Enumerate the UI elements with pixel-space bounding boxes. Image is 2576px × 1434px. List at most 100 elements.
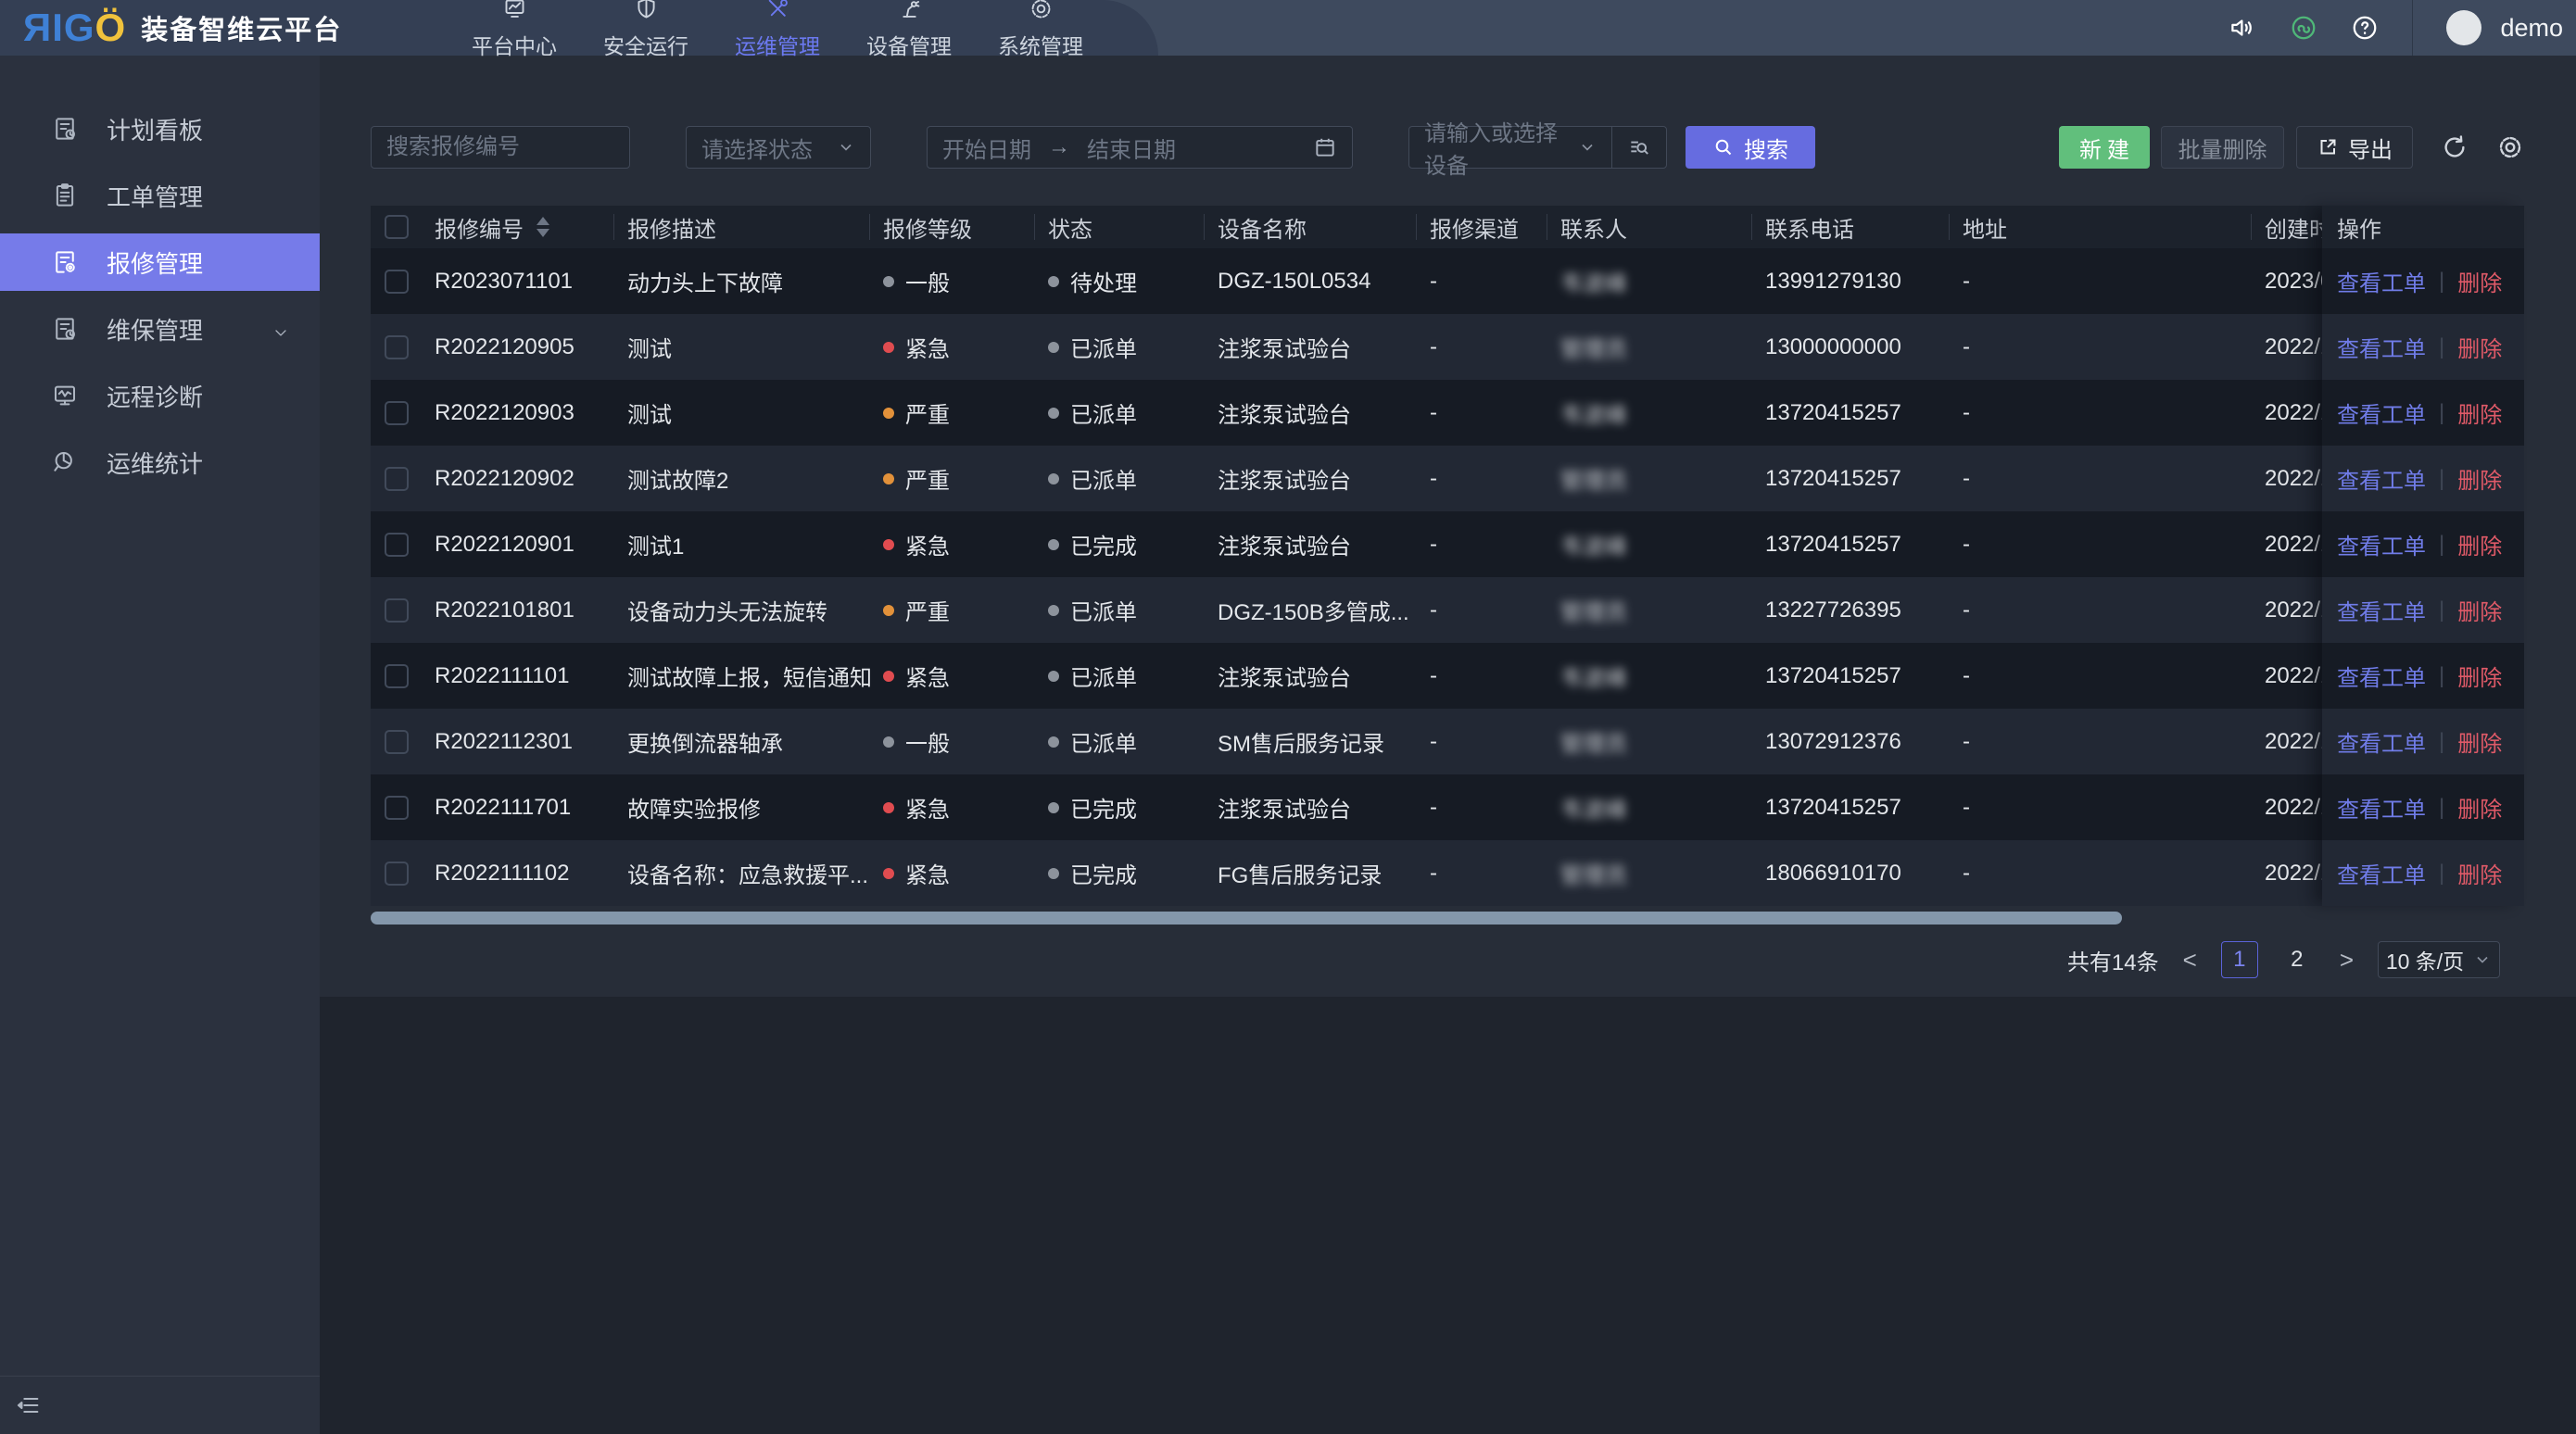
- delete-link[interactable]: 删除: [2457, 594, 2502, 626]
- delete-link[interactable]: 删除: [2457, 331, 2502, 363]
- row-checkbox[interactable]: [385, 598, 409, 623]
- status-dot: [1048, 671, 1059, 682]
- delete-link[interactable]: 删除: [2457, 857, 2502, 889]
- sidebar-item-operation-statistics[interactable]: 运维统计: [0, 434, 320, 491]
- row-checkbox[interactable]: [385, 401, 409, 425]
- view-work-order-link[interactable]: 查看工单: [2337, 791, 2426, 824]
- user-menu[interactable]: demo: [2446, 10, 2563, 45]
- status-dot: [1048, 802, 1059, 813]
- view-work-order-link[interactable]: 查看工单: [2337, 594, 2426, 626]
- repair-id-cell: R2022111102: [422, 840, 614, 906]
- prev-page-button[interactable]: <: [2179, 946, 2201, 975]
- address-cell: -: [1950, 709, 2252, 774]
- device-advanced-search-button[interactable]: [1611, 126, 1667, 169]
- help-icon[interactable]: [2351, 14, 2379, 42]
- scrollbar-thumb[interactable]: [371, 912, 2122, 925]
- remote-diagnosis-icon: [51, 382, 79, 409]
- row-checkbox[interactable]: [385, 467, 409, 491]
- view-work-order-link[interactable]: 查看工单: [2337, 462, 2426, 495]
- level-dot: [883, 539, 894, 550]
- export-icon: [2317, 136, 2339, 158]
- status-select[interactable]: 请选择状态: [686, 126, 871, 169]
- repair-desc-cell: 动力头上下故障: [614, 248, 870, 314]
- delete-link[interactable]: 删除: [2457, 725, 2502, 758]
- operation-cell: 查看工单 | 删除: [2322, 380, 2524, 446]
- sidebar-item-plan-board[interactable]: 计划看板: [0, 100, 320, 157]
- row-checkbox[interactable]: [385, 270, 409, 294]
- device-name-cell: 注浆泵试验台: [1205, 511, 1417, 577]
- view-work-order-link[interactable]: 查看工单: [2337, 660, 2426, 692]
- repair-desc-cell: 测试1: [614, 511, 870, 577]
- avatar[interactable]: [2446, 10, 2481, 45]
- row-checkbox[interactable]: [385, 862, 409, 886]
- export-button[interactable]: 导出: [2296, 126, 2413, 169]
- delete-link[interactable]: 删除: [2457, 660, 2502, 692]
- view-work-order-link[interactable]: 查看工单: [2337, 725, 2426, 758]
- row-checkbox[interactable]: [385, 796, 409, 820]
- repair-report-icon: [51, 248, 79, 276]
- chevron-down-icon: [271, 320, 290, 338]
- row-checkbox[interactable]: [385, 335, 409, 359]
- sort-control[interactable]: [537, 217, 549, 237]
- delete-link[interactable]: 删除: [2457, 396, 2502, 429]
- level-dot: [883, 736, 894, 748]
- toolbar-right: 新建 批量删除 导出: [2059, 126, 2524, 169]
- contact-cell: 管理员: [1547, 840, 1752, 906]
- channel-cell: -: [1417, 577, 1547, 643]
- nav-platform-center[interactable]: 平台中心: [468, 0, 561, 56]
- repair-no-search-input[interactable]: [371, 126, 630, 169]
- view-work-order-link[interactable]: 查看工单: [2337, 857, 2426, 889]
- delete-link[interactable]: 删除: [2457, 791, 2502, 824]
- repair-desc-cell: 故障实验报修: [614, 774, 870, 840]
- device-select[interactable]: 请输入或选择设备: [1408, 126, 1612, 169]
- row-checkbox[interactable]: [385, 664, 409, 688]
- repair-list-panel: 请选择状态 开始日期 → 结束日期 请输入或选择设备 搜索 新建: [320, 56, 2576, 997]
- sidebar-item-remote-diagnosis[interactable]: 远程诊断: [0, 367, 320, 424]
- batch-delete-button[interactable]: 批量删除: [2161, 126, 2284, 169]
- column-settings-icon[interactable]: [2496, 133, 2524, 161]
- select-all-checkbox[interactable]: [385, 215, 409, 239]
- nav-system-management[interactable]: 系统管理: [994, 0, 1087, 56]
- chevron-down-icon: [2473, 950, 2492, 969]
- nav-device-management[interactable]: 设备管理: [863, 0, 955, 56]
- delete-link[interactable]: 删除: [2457, 528, 2502, 560]
- operation-cell: 查看工单 | 删除: [2322, 314, 2524, 380]
- next-page-button[interactable]: >: [2336, 946, 2357, 975]
- page-number-2[interactable]: 2: [2279, 941, 2316, 978]
- phone-cell: 13720415257: [1752, 643, 1950, 709]
- search-button[interactable]: 搜索: [1686, 126, 1815, 169]
- view-work-order-link[interactable]: 查看工单: [2337, 396, 2426, 429]
- delete-link[interactable]: 删除: [2457, 265, 2502, 297]
- nav-maintenance-management[interactable]: 运维管理: [731, 0, 824, 56]
- refresh-icon[interactable]: [2441, 133, 2469, 161]
- sidebar-item-repair-management[interactable]: 报修管理: [0, 233, 320, 291]
- device-name-cell: FG售后服务记录: [1205, 840, 1417, 906]
- page-size-select[interactable]: 10 条/页: [2378, 941, 2500, 978]
- delete-link[interactable]: 删除: [2457, 462, 2502, 495]
- sound-icon[interactable]: [2229, 14, 2256, 42]
- row-checkbox[interactable]: [385, 533, 409, 557]
- health-status-icon[interactable]: [2290, 14, 2317, 42]
- repair-level-cell: 紧急: [870, 840, 1035, 906]
- maintenance-tools-icon: [765, 0, 790, 26]
- view-work-order-link[interactable]: 查看工单: [2337, 331, 2426, 363]
- channel-cell: -: [1417, 314, 1547, 380]
- create-button[interactable]: 新建: [2059, 126, 2150, 169]
- view-work-order-link[interactable]: 查看工单: [2337, 265, 2426, 297]
- repair-desc-cell: 测试故障上报，短信通知: [614, 643, 870, 709]
- sidebar-item-work-orders[interactable]: 工单管理: [0, 167, 320, 224]
- repair-desc-cell: 测试: [614, 380, 870, 446]
- collapse-sidebar-icon[interactable]: [16, 1392, 42, 1418]
- row-checkbox[interactable]: [385, 730, 409, 754]
- system-gear-icon: [1029, 0, 1054, 26]
- nav-safety-run[interactable]: 安全运行: [600, 0, 692, 56]
- view-work-order-link[interactable]: 查看工单: [2337, 528, 2426, 560]
- safety-shield-icon: [634, 0, 659, 26]
- status-cell: 已派单: [1035, 314, 1205, 380]
- address-cell: -: [1950, 577, 2252, 643]
- sidebar-item-maintenance-management[interactable]: 维保管理: [0, 300, 320, 358]
- page-number-1[interactable]: 1: [2221, 941, 2258, 978]
- date-range-picker[interactable]: 开始日期 → 结束日期: [927, 126, 1353, 169]
- repair-level-cell: 紧急: [870, 511, 1035, 577]
- repair-level-cell: 紧急: [870, 643, 1035, 709]
